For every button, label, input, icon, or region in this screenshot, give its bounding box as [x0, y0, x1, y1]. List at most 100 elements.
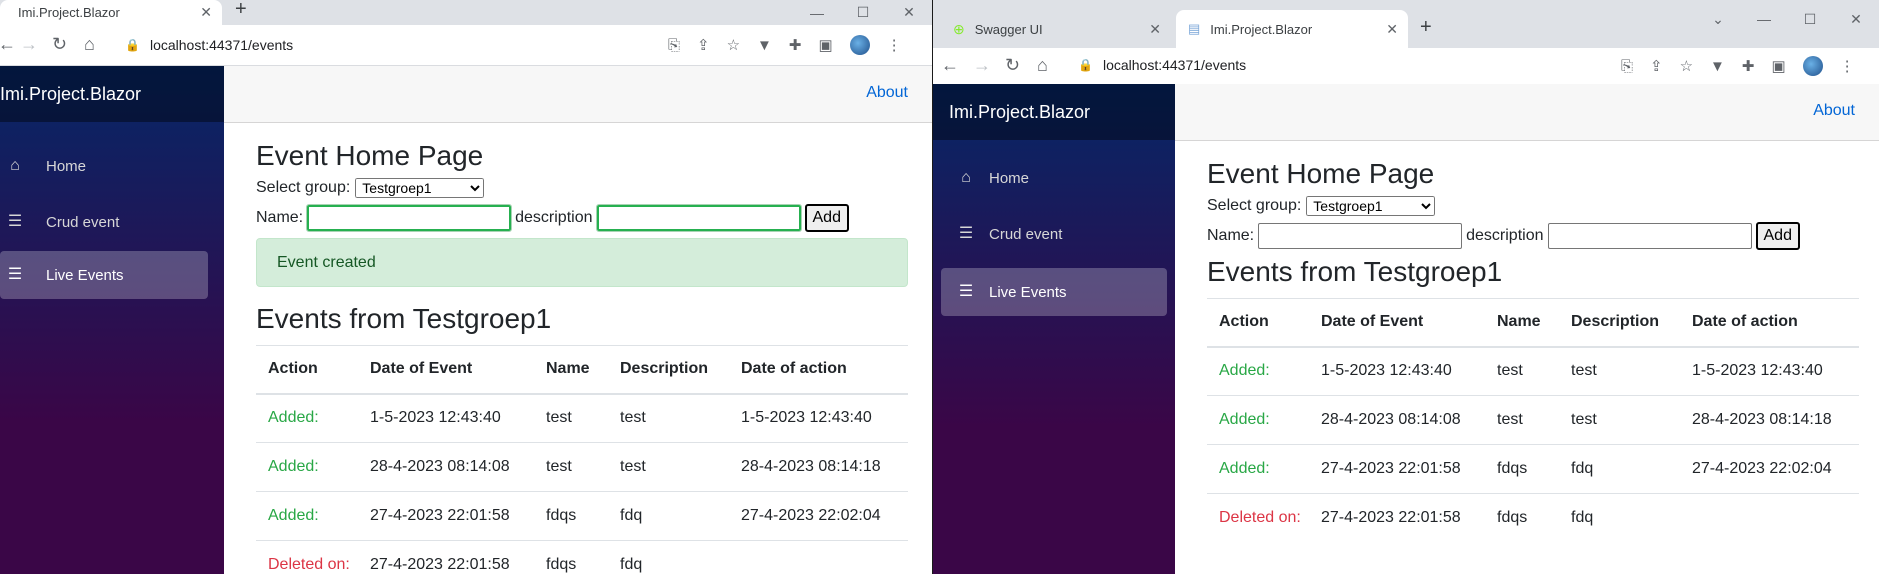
name-input[interactable] — [306, 204, 513, 232]
profile-avatar[interactable] — [849, 35, 870, 55]
nav-label: Crud event — [46, 213, 120, 231]
home-button-icon[interactable]: ⌂ — [1037, 55, 1048, 76]
home-icon: ⌂ — [10, 157, 20, 174]
action-cell: Added: — [256, 393, 369, 443]
nav-crud-event[interactable]: ☰ Crud event — [941, 210, 1167, 258]
tab-swagger-ui[interactable]: ⊕ Swagger UI ✕ — [941, 10, 1171, 48]
nav-crud-event[interactable]: ☰ Crud event — [0, 198, 208, 246]
action-cell: Added: — [1207, 346, 1320, 396]
close-window-icon[interactable]: ✕ — [1833, 11, 1879, 28]
date-cell: 28-4-2023 08:14:08 — [1320, 395, 1496, 445]
add-button[interactable]: Add — [804, 204, 849, 232]
date-cell: 27-4-2023 22:01:58 — [369, 491, 545, 541]
url-text: localhost:44371/events — [1102, 57, 1247, 73]
close-window-icon[interactable]: ✕ — [886, 4, 932, 21]
description-cell: test — [1570, 346, 1691, 396]
sidepanel-icon[interactable]: ▣ — [818, 36, 832, 54]
address-bar[interactable]: 🔒 localhost:44371/events — [1078, 57, 1246, 73]
name-cell: fdqs — [1496, 444, 1570, 494]
table-header-row: Action Date of Event Name Description Da… — [256, 345, 908, 395]
list-icon: ☰ — [7, 266, 23, 283]
column-header: Name — [545, 345, 619, 395]
back-icon[interactable]: ← — [941, 55, 959, 76]
reload-icon[interactable]: ↻ — [52, 34, 67, 55]
minimize-icon[interactable]: — — [794, 5, 840, 21]
action-date-cell: 27-4-2023 22:02:04 — [740, 491, 908, 541]
nav-live-events[interactable]: ☰ Live Events — [0, 251, 208, 299]
add-button[interactable]: Add — [1755, 222, 1800, 250]
browser-window-right: ⊕ Swagger UI ✕ ▤ Imi.Project.Blazor ✕ + … — [933, 0, 1879, 574]
maximize-icon[interactable]: ☐ — [1787, 11, 1833, 28]
menu-kebab-icon[interactable]: ⋮ — [887, 36, 902, 54]
profile-avatar[interactable] — [1802, 56, 1823, 76]
action-cell: Deleted on: — [1207, 493, 1320, 543]
action-cell: Deleted on: — [256, 540, 369, 574]
extension-icon[interactable]: ▼ — [1710, 58, 1725, 75]
group-select[interactable]: Testgroep1 — [1306, 196, 1436, 216]
reload-icon[interactable]: ↻ — [1005, 55, 1020, 76]
sidebar: Imi.Project.Blazor ⌂ Home ☰ Crud event ☰… — [0, 66, 224, 574]
tab-title: Imi.Project.Blazor — [1210, 21, 1313, 37]
action-date-cell: 28-4-2023 08:14:18 — [1691, 395, 1859, 445]
list-icon: ☰ — [7, 213, 23, 230]
column-header: Date of Event — [369, 345, 545, 395]
tab-title: Imi.Project.Blazor — [18, 5, 120, 20]
column-header: Date of Event — [1320, 298, 1496, 348]
table-row: Added: 28-4-2023 08:14:08 test test 28-4… — [256, 442, 908, 492]
close-tab-icon[interactable]: ✕ — [200, 4, 212, 21]
forward-icon[interactable]: → — [973, 55, 991, 76]
new-tab-icon[interactable]: + — [235, 0, 247, 21]
close-tab-icon[interactable]: ✕ — [1149, 21, 1161, 38]
back-icon[interactable]: ← — [0, 34, 16, 55]
tab-search-icon[interactable]: ⌄ — [1695, 11, 1741, 28]
description-label: description — [515, 209, 593, 226]
tab-strip: ⊕ Swagger UI ✕ ▤ Imi.Project.Blazor ✕ + … — [933, 0, 1879, 48]
description-cell: fdq — [1570, 444, 1691, 494]
sidepanel-icon[interactable]: ▣ — [1771, 57, 1785, 75]
maximize-icon[interactable]: ☐ — [840, 4, 886, 21]
tab-imi-project-blazor[interactable]: Imi.Project.Blazor ✕ — [0, 0, 222, 25]
translate-icon[interactable]: ⎘ — [668, 37, 680, 54]
column-header: Name — [1496, 298, 1570, 348]
bookmark-star-icon[interactable]: ☆ — [727, 36, 740, 54]
home-button-icon[interactable]: ⌂ — [84, 34, 95, 55]
address-bar[interactable]: 🔒 localhost:44371/events — [125, 37, 293, 53]
page-favicon-icon: ▤ — [1188, 21, 1201, 36]
brand-title[interactable]: Imi.Project.Blazor — [0, 66, 224, 122]
description-input[interactable] — [595, 204, 802, 232]
nav-live-events[interactable]: ☰ Live Events — [941, 268, 1167, 316]
browser-toolbar: ← → ↻ ⌂ 🔒 localhost:44371/events ⎘ ⇪ ☆ ▼… — [0, 25, 932, 66]
table-row: Added: 1-5-2023 12:43:40 test test 1-5-2… — [1207, 346, 1859, 396]
name-cell: fdqs — [545, 540, 619, 574]
forward-icon[interactable]: → — [20, 34, 38, 55]
toolbar-icons: ⎘ ⇪ ☆ ▼ ✚ ▣ ⋮ — [1621, 56, 1855, 76]
bookmark-star-icon[interactable]: ☆ — [1680, 57, 1693, 75]
new-tab-icon[interactable]: + — [1420, 16, 1432, 39]
action-date-cell — [1691, 493, 1859, 543]
brand-title[interactable]: Imi.Project.Blazor — [933, 84, 1175, 140]
extension-icon[interactable]: ▼ — [757, 37, 772, 54]
table-row: Deleted on: 27-4-2023 22:01:58 fdqs fdq — [256, 540, 908, 574]
page-title: Event Home Page — [256, 140, 484, 171]
name-input[interactable] — [1258, 223, 1463, 249]
close-tab-icon[interactable]: ✕ — [1386, 21, 1398, 38]
puzzle-icon[interactable]: ✚ — [1742, 57, 1755, 75]
name-cell: test — [545, 442, 619, 492]
sidebar: Imi.Project.Blazor ⌂ Home ☰ Crud event ☰… — [933, 84, 1175, 574]
about-link[interactable]: About — [866, 84, 908, 102]
name-cell: test — [1496, 346, 1570, 396]
nav-home[interactable]: ⌂ Home — [0, 142, 208, 190]
tab-title: Swagger UI — [974, 21, 1043, 37]
share-icon[interactable]: ⇪ — [697, 36, 710, 54]
minimize-icon[interactable]: — — [1741, 11, 1787, 27]
about-link[interactable]: About — [1813, 102, 1855, 120]
share-icon[interactable]: ⇪ — [1650, 57, 1663, 75]
description-input[interactable] — [1547, 223, 1752, 249]
translate-icon[interactable]: ⎘ — [1621, 58, 1633, 75]
puzzle-icon[interactable]: ✚ — [789, 36, 802, 54]
nav-home[interactable]: ⌂ Home — [941, 154, 1167, 202]
menu-kebab-icon[interactable]: ⋮ — [1840, 57, 1855, 75]
table-row: Deleted on: 27-4-2023 22:01:58 fdqs fdq — [1207, 493, 1859, 543]
tab-imi-project-blazor[interactable]: ▤ Imi.Project.Blazor ✕ — [1176, 10, 1408, 48]
group-select[interactable]: Testgroep1 — [355, 178, 485, 198]
